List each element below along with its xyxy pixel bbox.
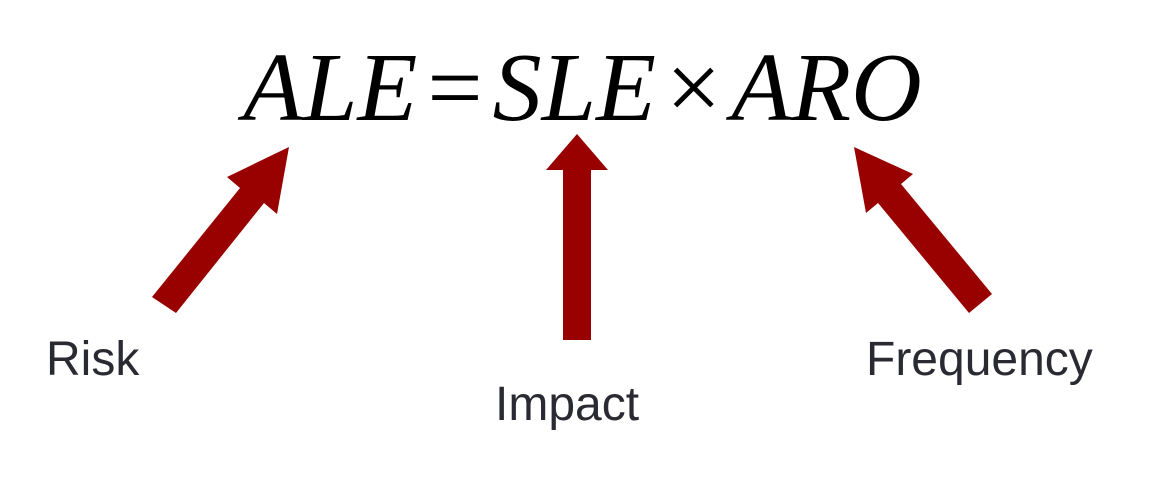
diagram-canvas: ALE = SLE × ARO Risk Impact Frequency	[0, 0, 1165, 484]
impact-arrow	[546, 134, 608, 340]
risk-label: Risk	[46, 333, 140, 386]
frequency-label: Frequency	[866, 333, 1093, 386]
frequency-arrow	[854, 147, 992, 313]
risk-arrow	[152, 147, 289, 313]
impact-label: Impact	[495, 378, 640, 431]
